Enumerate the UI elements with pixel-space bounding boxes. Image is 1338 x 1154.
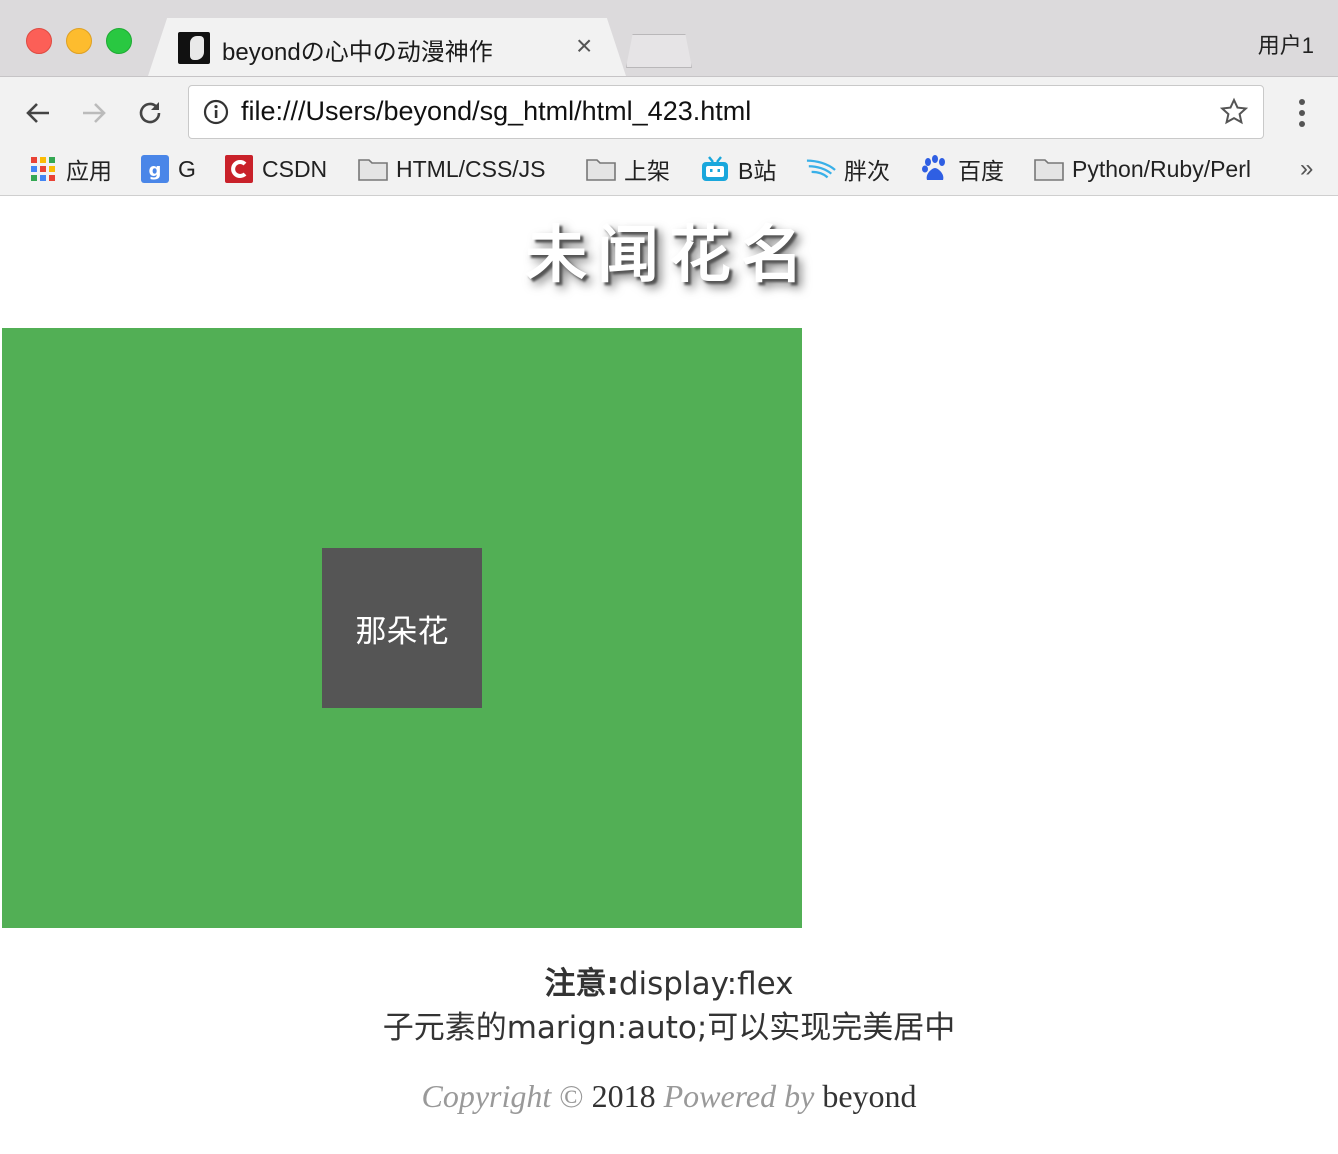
wing-icon	[806, 154, 836, 184]
bookmark-label: 百度	[958, 158, 1004, 184]
url-text[interactable]: file:///Users/beyond/sg_html/html_423.ht…	[241, 96, 751, 127]
copyright-author: beyond	[822, 1078, 917, 1114]
window-close-button[interactable]	[26, 28, 52, 54]
bookmark-apps[interactable]: 应用	[28, 151, 112, 187]
note-rest: display:flex	[618, 966, 794, 1002]
tab-close-icon[interactable]: ×	[576, 30, 592, 62]
browser-titlebar: beyondの心中の动漫神作 × 用户1	[0, 0, 1338, 77]
note-line-1: 注意:display:flex	[0, 962, 1338, 1006]
tab-title[interactable]: beyondの心中の动漫神作	[222, 32, 493, 67]
window-maximize-button[interactable]	[106, 28, 132, 54]
copyright-symbol: ©	[559, 1078, 584, 1114]
bookmark-google[interactable]: g G	[140, 151, 196, 187]
bookmark-label: HTML/CSS/JS	[396, 155, 546, 182]
bookmarks-bar: 应用 g G CSDN HTML/CSS/JS 上架 B站 胖次 百度 Pyth…	[0, 147, 1338, 191]
apps-grid-icon	[28, 154, 58, 184]
bookmark-label: 上架	[624, 158, 670, 184]
bookmark-star-icon[interactable]	[1219, 97, 1249, 132]
csdn-icon	[224, 154, 254, 184]
bookmark-label: G	[178, 155, 196, 182]
note-bold: 注意:	[544, 966, 619, 1002]
folder-icon	[1034, 154, 1064, 184]
window-minimize-button[interactable]	[66, 28, 92, 54]
google-icon: g	[140, 154, 170, 184]
bookmark-baidu[interactable]: 百度	[920, 151, 1004, 187]
bookmarks-overflow-icon[interactable]: »	[1300, 155, 1313, 183]
copyright-year: 2018	[591, 1078, 656, 1114]
note-line-2: 子元素的marign:auto;可以实现完美居中	[382, 1010, 956, 1046]
copyright-powered: Powered by	[663, 1078, 815, 1114]
folder-icon	[358, 154, 388, 184]
page-title: 未闻花名	[524, 218, 813, 291]
bookmark-folder-html[interactable]: HTML/CSS/JS	[358, 151, 546, 187]
baidu-icon	[920, 154, 950, 184]
note-text: 注意:display:flex 子元素的marign:auto;可以实现完美居中	[0, 962, 1338, 1050]
svg-text:g: g	[149, 160, 162, 181]
reload-icon[interactable]	[132, 95, 168, 131]
copyright-footer: Copyright © 2018 Powered by beyond	[0, 1078, 1338, 1115]
info-icon[interactable]	[203, 99, 229, 130]
centered-box-label: 那朵花	[355, 613, 449, 650]
new-tab-button[interactable]	[626, 34, 692, 68]
bookmark-folder-python[interactable]: Python/Ruby/Perl	[1034, 151, 1251, 187]
browser-toolbar: file:///Users/beyond/sg_html/html_423.ht…	[0, 77, 1338, 196]
bilibili-icon	[700, 154, 730, 184]
forward-arrow-icon[interactable]	[76, 95, 112, 131]
bookmark-folder-shangjia[interactable]: 上架	[586, 151, 670, 187]
centered-box: 那朵花	[322, 548, 482, 708]
back-arrow-icon[interactable]	[20, 95, 56, 131]
bookmark-pantsu[interactable]: 胖次	[806, 151, 890, 187]
bookmark-label: 应用	[66, 158, 112, 184]
bookmark-label: B站	[738, 158, 777, 184]
folder-icon	[586, 154, 616, 184]
bookmark-label: Python/Ruby/Perl	[1072, 155, 1251, 182]
browser-menu-icon[interactable]	[1288, 95, 1316, 136]
flex-container: 那朵花	[2, 328, 802, 928]
bookmark-bilibili[interactable]: B站	[700, 151, 776, 187]
copyright-prefix: Copyright	[421, 1078, 552, 1114]
profile-button[interactable]: 用户1	[1258, 28, 1314, 60]
address-bar[interactable]: file:///Users/beyond/sg_html/html_423.ht…	[188, 85, 1264, 139]
tab-favicon-icon	[178, 32, 210, 64]
bookmark-label: 胖次	[844, 158, 890, 184]
bookmark-csdn[interactable]: CSDN	[224, 151, 327, 187]
bookmark-label: CSDN	[262, 155, 328, 182]
